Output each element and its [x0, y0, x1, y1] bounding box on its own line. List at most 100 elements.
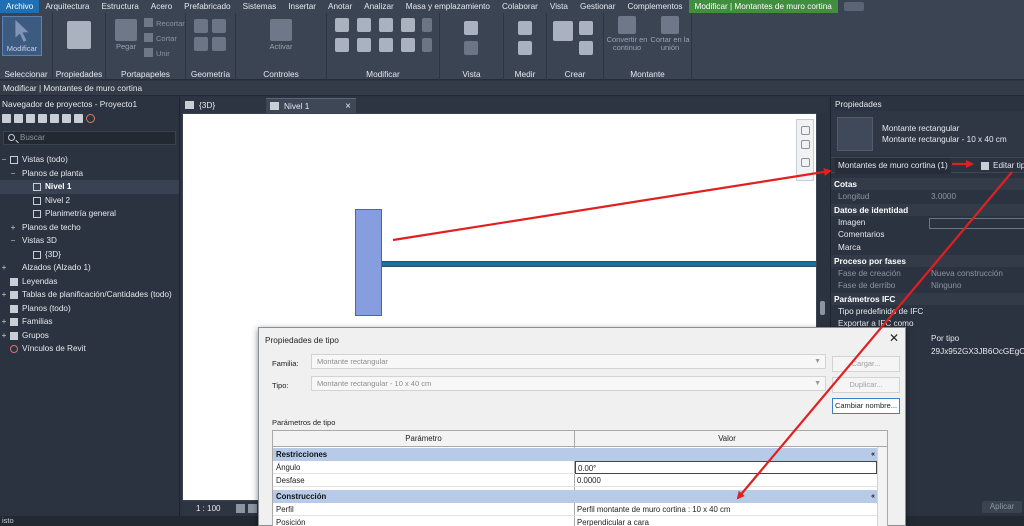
instance-filter[interactable]: Montantes de muro cortina (1)	[835, 158, 951, 174]
group-icon[interactable]	[74, 113, 83, 123]
group-fases[interactable]: Proceso por fases	[831, 255, 1024, 267]
column-header-valor[interactable]: Valor	[575, 431, 879, 447]
convert-continuous-button[interactable]: Convertir en continuo	[606, 16, 648, 52]
family-icon[interactable]	[62, 113, 71, 123]
prop-ifc-tipo[interactable]: Tipo predefinido de IFC	[831, 306, 1024, 318]
cut-at-join-button[interactable]: Cortar en la unión	[649, 16, 691, 52]
menu-gestionar[interactable]: Gestionar	[574, 0, 622, 13]
tree-item-alzados[interactable]: + Alzados (Alzado 1)	[0, 261, 179, 275]
tree-item-planos[interactable]: Planos (todo)	[0, 302, 179, 316]
scrollbar-thumb[interactable]	[820, 301, 825, 315]
geometry-tool-icon[interactable]	[194, 37, 208, 51]
steering-wheel-icon[interactable]	[801, 126, 810, 135]
imagen-field[interactable]	[929, 218, 1024, 229]
tab-nivel-1[interactable]: Nivel 1 ×	[266, 98, 356, 113]
view-cube-icon[interactable]	[14, 113, 23, 123]
sheet-icon[interactable]	[38, 113, 47, 123]
tree-item-planos-techo[interactable]: + Planos de techo	[0, 221, 179, 235]
rotate-icon[interactable]	[379, 38, 393, 52]
type-properties-icon[interactable]	[67, 21, 91, 49]
table-row[interactable]: Ángulo 0.00°	[273, 461, 879, 474]
paste-button[interactable]: Pegar	[112, 19, 140, 51]
menu-modificar-montantes[interactable]: Modificar | Montantes de muro cortina	[688, 0, 838, 13]
group-cotas[interactable]: Cotas	[831, 178, 1024, 190]
video-camera-icon[interactable]	[843, 2, 864, 11]
menu-acero[interactable]: Acero	[145, 0, 178, 13]
modify-button[interactable]: Modificar	[2, 16, 42, 56]
menu-colaborar[interactable]: Colaborar	[496, 0, 544, 13]
cut-button[interactable]: Cortar	[144, 33, 177, 44]
menu-sistemas[interactable]: Sistemas	[237, 0, 283, 13]
dimension-icon[interactable]	[518, 41, 532, 55]
panel-label-seleccionar[interactable]: Seleccionar	[0, 69, 52, 79]
tree-item-tablas[interactable]: + Tablas de planificación/Cantidades (tod…	[0, 288, 179, 302]
selected-mullion[interactable]	[355, 209, 382, 316]
activate-button[interactable]: Activar	[264, 19, 298, 51]
offset-icon[interactable]	[357, 18, 371, 32]
tree-item-grupos[interactable]: + Grupos	[0, 329, 179, 343]
close-tab-icon[interactable]: ×	[345, 99, 351, 114]
close-icon[interactable]: ✕	[889, 331, 899, 345]
menu-anotar[interactable]: Anotar	[322, 0, 358, 13]
zoom-region-icon[interactable]	[801, 158, 810, 167]
delete-icon[interactable]	[422, 38, 432, 52]
geometry-tool-icon[interactable]	[212, 37, 226, 51]
house-icon[interactable]	[2, 113, 11, 123]
detail-level-icon[interactable]	[236, 504, 245, 513]
tab-3d[interactable]: {3D}	[181, 98, 265, 113]
type-combo[interactable]: Montante rectangular - 10 x 40 cm ▼	[311, 376, 826, 391]
zoom-icon[interactable]	[801, 140, 810, 149]
move-icon[interactable]	[335, 38, 349, 52]
menu-masa[interactable]: Masa y emplazamiento	[400, 0, 496, 13]
menu-estructura[interactable]: Estructura	[95, 0, 144, 13]
menu-complementos[interactable]: Complementos	[621, 0, 688, 13]
tree-item-familias[interactable]: + Familias	[0, 315, 179, 329]
tree-item-vistas-3d[interactable]: − Vistas 3D	[0, 234, 179, 248]
measure-icon[interactable]	[518, 21, 532, 35]
create-similar-icon[interactable]	[579, 41, 593, 55]
mirror-icon[interactable]	[379, 18, 393, 32]
rename-button[interactable]: Cambiar nombre...	[832, 398, 900, 414]
browser-search-input[interactable]: Buscar	[3, 131, 176, 145]
view-scale[interactable]: 1 : 100	[196, 501, 220, 516]
cope-button[interactable]: Recortar	[144, 18, 185, 29]
angle-value-field[interactable]: 0.00°	[575, 461, 877, 474]
geometry-tool-icon[interactable]	[212, 19, 226, 33]
group-identidad[interactable]: Datos de identidad	[831, 204, 1024, 216]
load-button[interactable]: Cargar...	[832, 356, 900, 372]
geometry-tool-icon[interactable]	[194, 19, 208, 33]
legend-icon[interactable]	[50, 113, 59, 123]
tree-item-3d[interactable]: {3D}	[0, 248, 179, 262]
schedule-icon[interactable]	[26, 113, 35, 123]
tree-item-planimetria[interactable]: Planimetría general	[0, 207, 179, 221]
tree-item-nivel-1[interactable]: Nivel 1	[0, 180, 179, 194]
prop-marca[interactable]: Marca	[831, 242, 1024, 254]
pin-icon[interactable]	[422, 18, 432, 32]
menu-prefabricado[interactable]: Prefabricado	[178, 0, 236, 13]
menu-vista[interactable]: Vista	[544, 0, 574, 13]
copy-icon[interactable]	[357, 38, 371, 52]
table-row[interactable]: Posición Perpendicular a cara	[273, 516, 879, 526]
menu-archivo[interactable]: Archivo	[0, 0, 40, 13]
tree-item-vistas[interactable]: − Vistas (todo)	[0, 153, 179, 167]
edit-type-button[interactable]: Editar tipo	[981, 158, 1024, 174]
mirror-draw-icon[interactable]	[401, 18, 415, 32]
duplicate-button[interactable]: Duplicar...	[832, 377, 900, 393]
hide-element-icon[interactable]	[464, 41, 478, 55]
tree-item-nivel-2[interactable]: Nivel 2	[0, 194, 179, 208]
tree-item-leyendas[interactable]: Leyendas	[0, 275, 179, 289]
view-tool-icon[interactable]	[464, 21, 478, 35]
prop-comentarios[interactable]: Comentarios	[831, 229, 1024, 241]
collapse-icon[interactable]: «	[871, 448, 875, 461]
grid-scrollbar[interactable]	[877, 447, 887, 526]
table-row[interactable]: Perfil Perfil montante de muro cortina : …	[273, 503, 879, 516]
create-assembly-icon[interactable]	[553, 21, 573, 41]
group-ifc[interactable]: Parámetros IFC	[831, 293, 1024, 305]
apply-button[interactable]: Aplicar	[982, 501, 1022, 513]
menu-insertar[interactable]: Insertar	[282, 0, 322, 13]
menu-arquitectura[interactable]: Arquitectura	[39, 0, 95, 13]
menu-analizar[interactable]: Analizar	[358, 0, 400, 13]
type-selector[interactable]: Montante rectangular Montante rectangula…	[831, 111, 1024, 156]
table-row[interactable]: Desfase 0.0000	[273, 474, 879, 487]
align-icon[interactable]	[335, 18, 349, 32]
